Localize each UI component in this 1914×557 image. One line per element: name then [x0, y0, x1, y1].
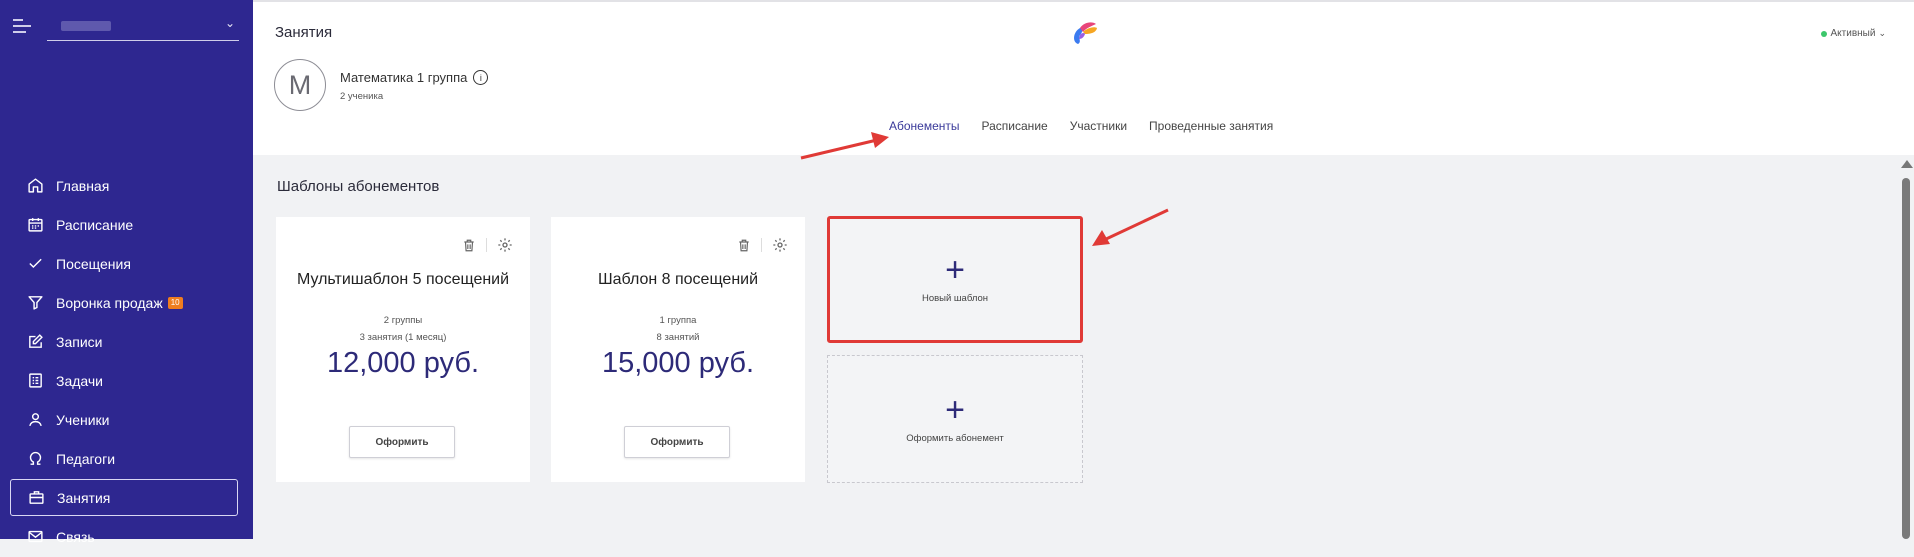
menu-toggle-icon[interactable]: [13, 19, 31, 33]
scrollbar-thumb[interactable]: [1902, 178, 1910, 539]
header: Занятия Активный ⌄ M Математика 1 группа…: [253, 0, 1914, 155]
sidebar-item-label: Ученики: [56, 411, 110, 428]
card-groups: 2 группы: [383, 315, 423, 326]
chevron-down-icon: ⌄: [224, 16, 235, 30]
teacher-icon: [29, 451, 42, 465]
tab-subscriptions[interactable]: Абонементы: [889, 119, 960, 133]
gear-icon[interactable]: [772, 237, 788, 253]
issue-subscription-label: Оформить абонемент: [906, 432, 1004, 444]
organization-select[interactable]: ⌄: [47, 12, 239, 41]
calendar-icon: [28, 218, 43, 232]
group-name-row: Математика 1 группа i: [340, 70, 489, 85]
tab-held-classes[interactable]: Проведенные занятия: [1149, 119, 1273, 133]
template-card: Мультишаблон 5 посещений 2 группы 3 заня…: [276, 217, 530, 482]
sidebar-item-home[interactable]: Главная: [10, 167, 238, 204]
organization-name-redacted: [61, 21, 111, 31]
scrollbar[interactable]: [1898, 155, 1914, 539]
template-card: Шаблон 8 посещений 1 группа 8 занятий 15…: [551, 217, 805, 482]
sidebar-item-teachers[interactable]: Педагоги: [10, 440, 238, 477]
briefcase-icon: [29, 491, 44, 504]
card-actions: [462, 237, 513, 253]
card-price: 12,000 руб.: [326, 347, 480, 379]
section-title: Шаблоны абонементов: [277, 178, 440, 195]
sidebar-item-label: Педагоги: [56, 450, 116, 467]
gear-icon[interactable]: [497, 237, 513, 253]
sidebar-item-label: Задачи: [56, 372, 104, 389]
info-icon[interactable]: i: [473, 70, 489, 85]
sidebar-item-sales-funnel[interactable]: Воронка продаж 10: [10, 284, 238, 321]
card-lessons: 8 занятий: [656, 332, 700, 343]
tabs: Абонементы Расписание Участники Проведен…: [889, 119, 1295, 133]
page-title: Занятия: [275, 24, 333, 41]
plus-icon: +: [945, 390, 965, 429]
notification-badge: 10: [167, 296, 183, 309]
sidebar-item-label: Посещения: [56, 255, 131, 272]
plus-icon: +: [945, 251, 965, 289]
sidebar-item-tasks[interactable]: Задачи: [10, 362, 238, 399]
trash-icon[interactable]: [737, 238, 751, 253]
sidebar-item-attendance[interactable]: Посещения: [10, 245, 238, 282]
card-title: Шаблон 8 посещений: [597, 271, 759, 288]
card-lessons: 3 занятия (1 месяц): [359, 332, 447, 343]
sidebar-item-label: Воронка продаж: [56, 294, 163, 311]
tab-participants[interactable]: Участники: [1070, 119, 1127, 133]
check-icon: [29, 258, 42, 269]
status-label: Активный: [1830, 28, 1876, 39]
sidebar-item-label: Занятия: [57, 489, 111, 506]
new-template-label: Новый шаблон: [921, 293, 989, 304]
app-logo: [1074, 22, 1097, 44]
mail-icon: [28, 530, 43, 543]
group-students-count: 2 ученика: [340, 91, 384, 102]
sidebar-item-label: Расписание: [56, 216, 134, 233]
issue-subscription-button[interactable]: + Оформить абонемент: [827, 355, 1083, 483]
divider: [486, 238, 487, 252]
chevron-down-icon: ⌄: [1878, 28, 1886, 38]
card-groups: 1 группа: [659, 315, 697, 326]
sidebar-nav: Главная Расписание Посещения Воронка про…: [10, 167, 238, 557]
trash-icon[interactable]: [462, 238, 476, 253]
scroll-up-arrow-icon[interactable]: [1901, 160, 1913, 168]
tasks-icon: [29, 373, 42, 388]
home-icon: [28, 178, 43, 193]
sidebar-item-classes[interactable]: Занятия: [10, 479, 238, 516]
group-avatar: M: [274, 59, 326, 111]
sidebar-item-label: Записи: [56, 333, 103, 350]
user-icon: [29, 413, 42, 427]
new-template-button[interactable]: + Новый шаблон: [827, 216, 1083, 343]
card-price: 15,000 руб.: [601, 347, 755, 379]
group-name: Математика 1 группа: [340, 70, 468, 85]
main-content: Шаблоны абонементов Мультишаблон 5 посещ…: [253, 155, 1898, 539]
edit-icon: [29, 334, 43, 348]
status-dropdown[interactable]: Активный ⌄: [1820, 28, 1886, 39]
status-dot: [1820, 30, 1827, 37]
sidebar-item-schedule[interactable]: Расписание: [10, 206, 238, 243]
funnel-icon: [28, 296, 43, 310]
issue-button[interactable]: Оформить: [349, 426, 455, 458]
tab-schedule[interactable]: Расписание: [982, 119, 1048, 133]
sidebar-item-students[interactable]: Ученики: [10, 401, 238, 438]
sidebar-item-label: Связь: [56, 528, 95, 545]
issue-button[interactable]: Оформить: [624, 426, 730, 458]
sidebar-item-records[interactable]: Записи: [10, 323, 238, 360]
sidebar-item-communication[interactable]: Связь: [10, 518, 238, 555]
sidebar-item-label: Главная: [56, 177, 110, 194]
card-actions: [737, 237, 788, 253]
sidebar: ⌄ Главная Расписание Посещения Воронка п…: [0, 0, 253, 545]
divider: [761, 238, 762, 252]
card-title: Мультишаблон 5 посещений: [296, 271, 510, 288]
